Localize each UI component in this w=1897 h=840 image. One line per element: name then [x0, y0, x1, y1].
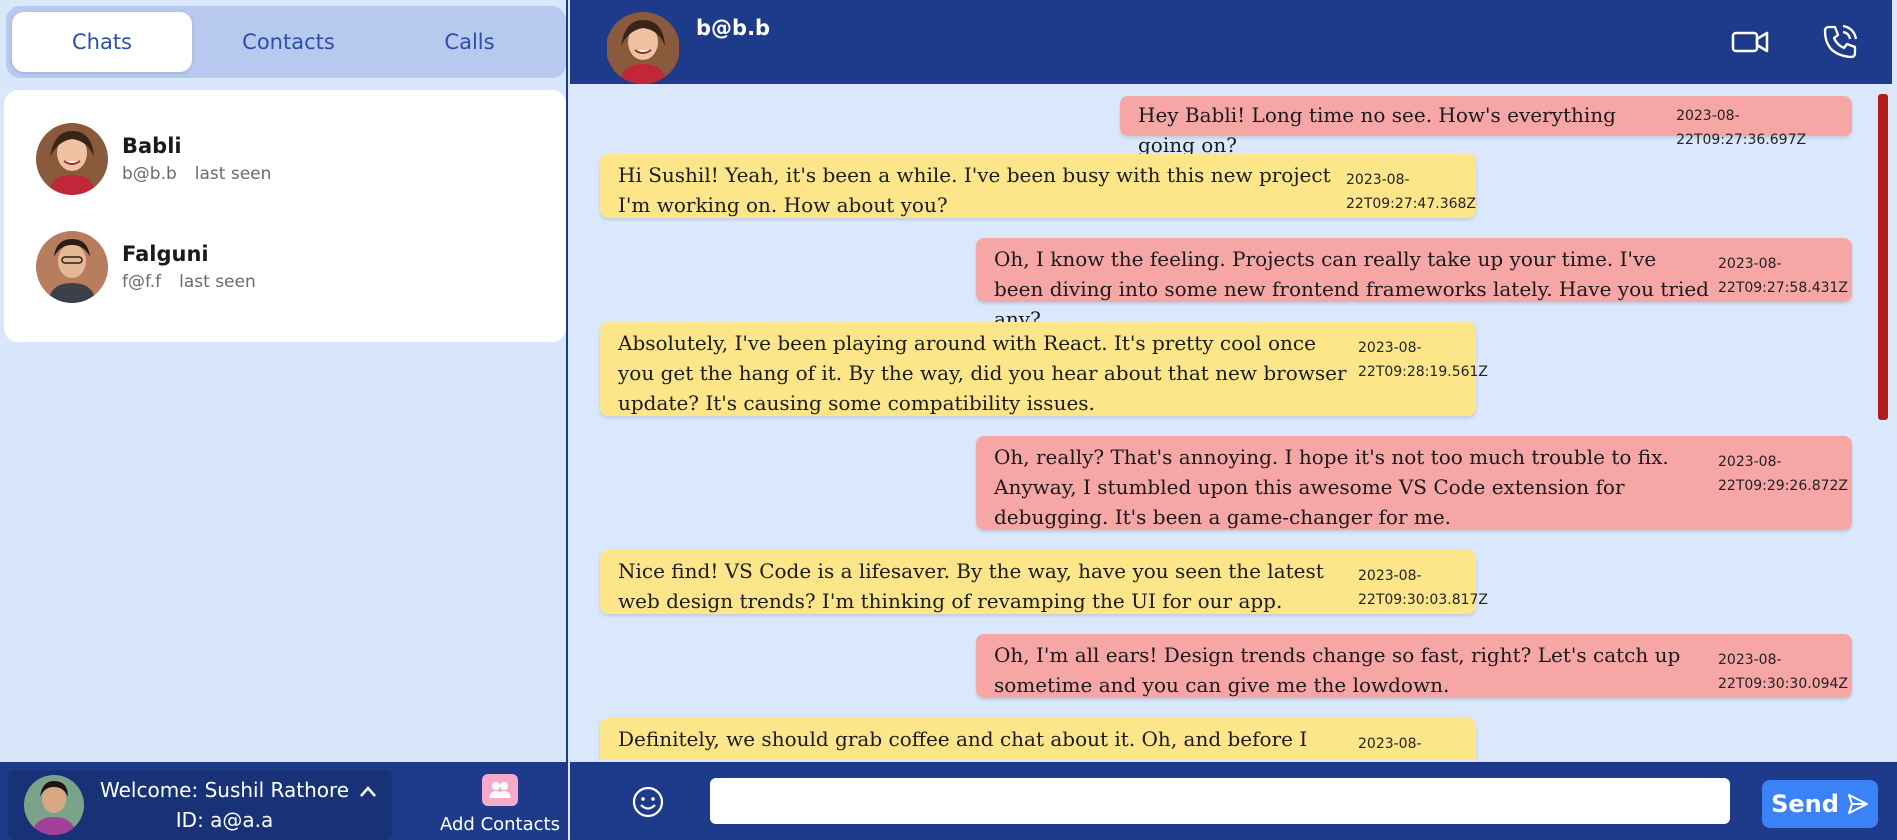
- message-timestamp: 2023-08-22T09:27:47.368Z: [1346, 172, 1477, 212]
- message-sent: Hey Babli! Long time no see. How's every…: [1120, 96, 1852, 157]
- message-text: Oh, really? That's annoying. I hope it's…: [994, 445, 1669, 529]
- add-contacts-button[interactable]: Add Contacts: [440, 766, 560, 840]
- tab-bar: Chats Contacts Calls: [6, 6, 566, 78]
- message-timestamp: 2023-08-22T09:29:26.872Z: [1718, 454, 1849, 494]
- smiley-icon[interactable]: [630, 784, 666, 820]
- add-contacts-icon: [482, 774, 518, 806]
- message-received: Nice find! VS Code is a lifesaver. By th…: [600, 550, 1489, 614]
- message-text: Oh, I'm all ears! Design trends change s…: [994, 643, 1681, 697]
- video-camera-icon[interactable]: [1730, 22, 1770, 62]
- message-text: Definitely, we should grab coffee and ch…: [618, 727, 1308, 760]
- tab-chats[interactable]: Chats: [12, 12, 192, 72]
- message-sent: Oh, I'm all ears! Design trends change s…: [976, 634, 1852, 698]
- message-timestamp: 2023-08-22T09:30:03.817Z: [1358, 568, 1489, 608]
- message-text: Absolutely, I've been playing around wit…: [618, 331, 1347, 415]
- add-contacts-label: Add Contacts: [440, 814, 560, 835]
- message-timestamp: 2023-08-: [1358, 736, 1422, 752]
- message-received: Hi Sushil! Yeah, it's been a while. I've…: [600, 154, 1476, 218]
- last-seen: last seen: [194, 164, 272, 184]
- send-label: Send: [1771, 790, 1839, 818]
- message-sent: Oh, really? That's annoying. I hope it's…: [976, 436, 1852, 530]
- message-received: Absolutely, I've been playing around wit…: [600, 322, 1489, 416]
- send-button[interactable]: Send: [1762, 780, 1878, 828]
- message-timestamp: 2023-08-22T09:27:58.431Z: [1718, 256, 1849, 296]
- contact-name: Babli: [122, 134, 182, 158]
- avatar: [36, 231, 108, 303]
- contact-id: f@f.f: [122, 272, 162, 292]
- chevron-up-icon[interactable]: [358, 782, 378, 807]
- message-received: Definitely, we should grab coffee and ch…: [600, 718, 1476, 760]
- chat-header: b@b.b: [570, 0, 1892, 84]
- message-text: Oh, I know the feeling. Projects can rea…: [994, 247, 1709, 331]
- sidebar: Chats Contacts Calls Babli b@b.b last see…: [0, 0, 568, 840]
- message-timestamp: 2023-08-22T09:28:19.561Z: [1358, 340, 1489, 380]
- message-text: Nice find! VS Code is a lifesaver. By th…: [618, 559, 1324, 613]
- avatar: [606, 12, 680, 84]
- message-sent: Oh, I know the feeling. Projects can rea…: [976, 238, 1852, 331]
- message-text: Hey Babli! Long time no see. How's every…: [1138, 103, 1616, 157]
- avatar: [36, 123, 108, 195]
- welcome-text: Welcome: Sushil Rathore: [100, 778, 350, 802]
- message-input[interactable]: [710, 778, 1730, 824]
- tab-calls[interactable]: Calls: [379, 12, 560, 72]
- contact-item-falguni[interactable]: Falguni f@f.f last seen: [36, 228, 536, 306]
- message-text: Hi Sushil! Yeah, it's been a while. I've…: [618, 163, 1331, 217]
- sidebar-footer: Welcome: Sushil Rathore ID: a@a.a Add Co…: [0, 762, 568, 840]
- scrollbar-thumb[interactable]: [1878, 94, 1888, 420]
- contact-item-babli[interactable]: Babli b@b.b last seen: [36, 120, 536, 198]
- contact-id: b@b.b: [122, 164, 177, 184]
- user-profile-card[interactable]: Welcome: Sushil Rathore ID: a@a.a: [8, 770, 392, 840]
- paper-plane-icon: [1847, 794, 1868, 814]
- user-id: ID: a@a.a: [175, 808, 274, 832]
- contact-name: Falguni: [122, 242, 209, 266]
- message-timestamp: 2023-08-22T09:30:30.094Z: [1718, 652, 1849, 692]
- avatar: [24, 775, 84, 835]
- message-composer: Send: [570, 762, 1897, 840]
- contact-list: Babli b@b.b last seen Falguni f@f.f last s…: [4, 90, 566, 342]
- phone-call-icon[interactable]: [1820, 22, 1860, 62]
- chat-title: b@b.b: [696, 16, 771, 40]
- message-list[interactable]: Hey Babli! Long time no see. How's every…: [570, 84, 1892, 760]
- tab-contacts[interactable]: Contacts: [198, 12, 379, 72]
- message-timestamp: 2023-08-22T09:27:36.697Z: [1676, 108, 1807, 148]
- last-seen: last seen: [179, 272, 256, 292]
